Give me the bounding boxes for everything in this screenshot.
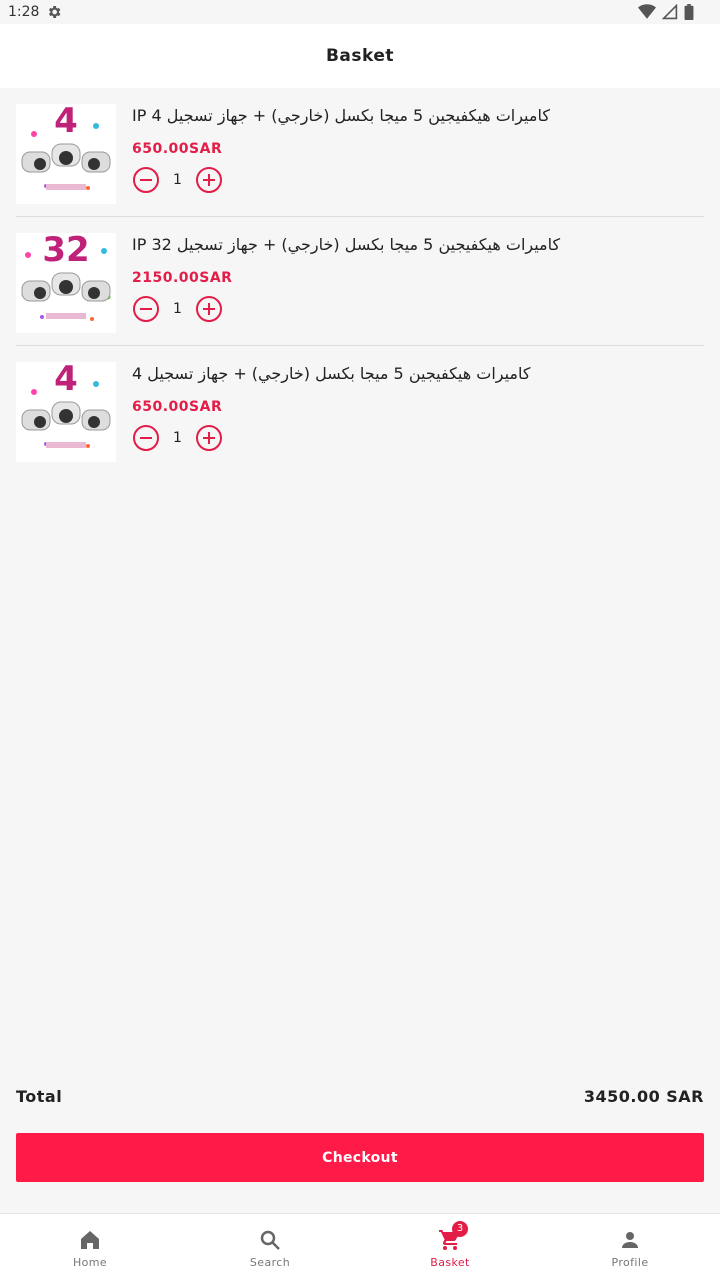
minus-icon[interactable] [132, 295, 160, 323]
quantity-value: 1 [173, 301, 182, 317]
home-icon [81, 1231, 99, 1249]
nav-profile-label: Profile [611, 1256, 649, 1269]
product-thumbnail[interactable]: 4 [16, 104, 116, 204]
item-name: IP كاميرات هيكفيجين 5 ميجا بكسل (خارجي) … [132, 106, 550, 125]
camera-product-image-icon: 4 [16, 104, 116, 204]
search-icon [260, 1230, 280, 1250]
app-header: Basket [0, 24, 720, 88]
total-label: Total [16, 1087, 63, 1106]
item-name: كاميرات هيكفيجين 5 ميجا بكسل (خارجي) + ج… [132, 364, 531, 383]
nav-home-label: Home [72, 1256, 108, 1269]
battery-icon [684, 4, 694, 20]
nav-basket[interactable]: 3 Basket [360, 1214, 540, 1281]
quantity-value: 1 [173, 430, 182, 446]
quantity-stepper: 1 [132, 424, 223, 452]
item-price: 650.00SAR [132, 141, 223, 157]
nav-home[interactable]: Home [0, 1214, 180, 1281]
quantity-stepper: 1 [132, 166, 223, 194]
minus-icon[interactable] [132, 166, 160, 194]
bottom-nav: Home Search 3 Basket Profile [0, 1213, 720, 1281]
basket-item[interactable]: 4 كاميرات هيكفيجين 5 ميجا بكسل (خارجي) +… [0, 346, 720, 475]
total-value: 3450.00 SAR [583, 1087, 704, 1106]
signal-icon [662, 4, 678, 20]
status-bar: 1:28 [0, 0, 720, 24]
thumb-number: 32 [42, 233, 89, 270]
nav-basket-label: Basket [430, 1256, 470, 1269]
product-thumbnail[interactable]: 32 [16, 233, 116, 333]
basket-list: 4 IP كاميرات هيكفيجين 5 ميجا بكسل (خارجي… [0, 88, 720, 475]
page-title: Basket [325, 46, 395, 66]
plus-icon[interactable] [195, 295, 223, 323]
basket-item[interactable]: 4 IP كاميرات هيكفيجين 5 ميجا بكسل (خارجي… [0, 88, 720, 217]
person-icon [622, 1232, 638, 1248]
thumb-number: 4 [54, 104, 78, 141]
nav-search-label: Search [249, 1256, 291, 1269]
camera-product-image-icon: 32 [16, 233, 116, 333]
product-thumbnail[interactable]: 4 [16, 362, 116, 462]
cart-icon-wrapper: 3 [438, 1221, 468, 1252]
basket-item[interactable]: 32 IP كاميرات هيكفيجين 5 ميجا بكسل (خارج… [0, 217, 720, 346]
plus-icon[interactable] [195, 166, 223, 194]
minus-icon[interactable] [132, 424, 160, 452]
quantity-value: 1 [173, 172, 182, 188]
nav-profile[interactable]: Profile [540, 1214, 720, 1281]
quantity-stepper: 1 [132, 295, 223, 323]
item-price: 2150.00SAR [132, 270, 233, 286]
plus-icon[interactable] [195, 424, 223, 452]
item-name: IP كاميرات هيكفيجين 5 ميجا بكسل (خارجي) … [132, 235, 561, 254]
status-time: 1:28 [8, 4, 40, 20]
settings-gear-icon [48, 6, 61, 18]
camera-product-image-icon: 4 [16, 362, 116, 462]
thumb-number: 4 [54, 362, 78, 399]
nav-search[interactable]: Search [180, 1214, 360, 1281]
item-price: 650.00SAR [132, 399, 223, 415]
wifi-icon [638, 4, 656, 19]
checkout-button[interactable]: Checkout [16, 1133, 704, 1182]
cart-count-badge: 3 [452, 1221, 468, 1237]
